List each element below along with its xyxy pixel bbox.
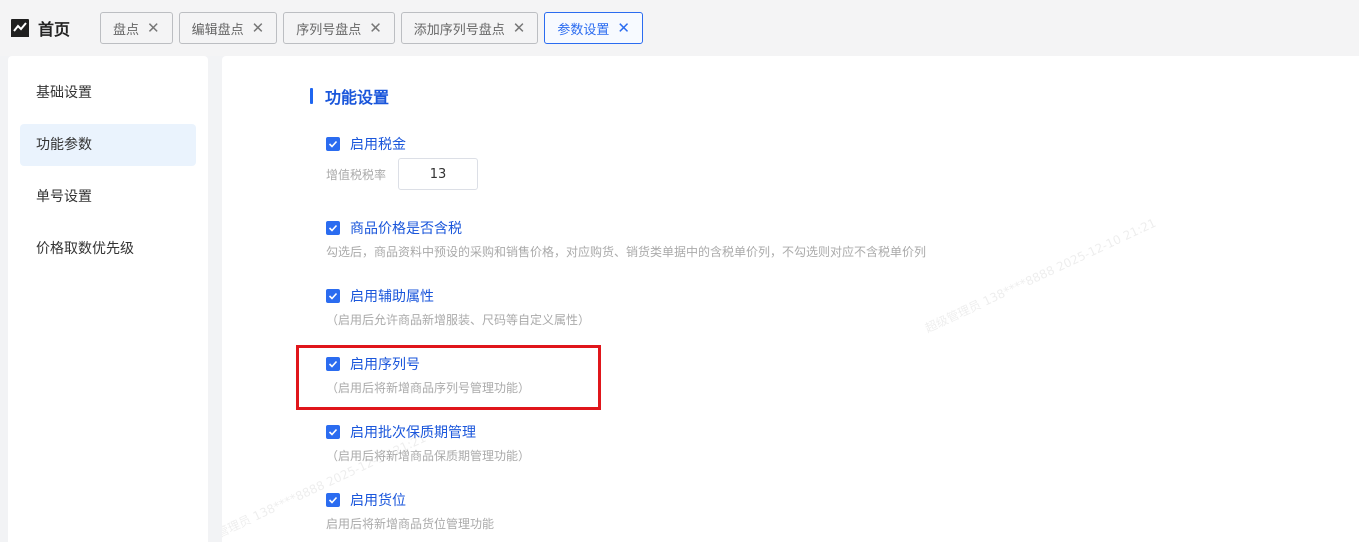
batch-shelf-life-checkbox[interactable] [326,425,340,439]
tab-strip: 盘点 ✕ 编辑盘点 ✕ 序列号盘点 ✕ 添加序列号盘点 ✕ 参数设置 ✕ [100,12,643,44]
check-icon [328,428,338,436]
close-icon[interactable]: ✕ [147,20,160,36]
option-description: 启用后将新增商品货位管理功能 [326,517,495,531]
close-icon[interactable]: ✕ [369,20,382,36]
price-includes-tax-checkbox[interactable] [326,221,340,235]
close-icon[interactable]: ✕ [252,20,265,36]
check-icon [328,496,338,504]
option-batch-shelf-life: 启用批次保质期管理 （启用后将新增商品保质期管理功能） [326,422,530,464]
option-description: （启用后将新增商品序列号管理功能） [326,381,531,395]
tab-label: 参数设置 [557,22,610,38]
aux-attributes-checkbox[interactable] [326,289,340,303]
option-label: 启用辅助属性 [350,289,434,305]
tab-label: 添加序列号盘点 [413,22,505,38]
sidebar-item-price-priority[interactable]: 价格取数优先级 [20,228,196,270]
option-description: 勾选后，商品资料中预设的采购和销售价格，对应购货、销货类单据中的含税单价列，不勾… [326,245,927,259]
check-icon [328,360,338,368]
option-label: 商品价格是否含税 [350,221,462,237]
tab-parameter-settings[interactable]: 参数设置 ✕ [544,12,643,44]
tab-serial-inventory[interactable]: 序列号盘点 ✕ [283,12,395,44]
tab-label: 序列号盘点 [296,22,362,38]
option-enable-tax: 启用税金 增值税税率 [326,134,479,190]
check-icon [328,224,338,232]
option-label: 启用批次保质期管理 [350,425,476,441]
serial-number-checkbox[interactable] [326,357,340,371]
check-icon [328,140,338,148]
option-storage-location: 启用货位 启用后将新增商品货位管理功能 [326,490,494,532]
tab-inventory[interactable]: 盘点 ✕ [100,12,173,44]
option-serial-number: 启用序列号 （启用后将新增商品序列号管理功能） [326,354,530,396]
watermark: 超级管理员 138****8888 2025-12-10 21:21 [922,215,1159,336]
sidebar-item-basic-settings[interactable]: 基础设置 [20,72,196,114]
title-accent-bar [310,88,313,104]
tab-edit-inventory[interactable]: 编辑盘点 ✕ [178,12,278,44]
section-title: 功能设置 [310,86,390,107]
vat-rate-label: 增值税税率 [326,167,387,182]
storage-location-checkbox[interactable] [326,493,340,507]
tab-label: 盘点 [113,22,140,38]
main-panel: 功能设置 启用税金 增值税税率 商品价格是否含税 勾选后，商品资料中预设的采购和… [222,56,1359,542]
settings-sidebar: 基础设置 功能参数 单号设置 价格取数优先级 [8,56,208,542]
tab-add-serial-inventory[interactable]: 添加序列号盘点 ✕ [400,12,539,44]
home-link[interactable]: 首页 [10,15,70,41]
sidebar-item-number-settings[interactable]: 单号设置 [20,176,196,218]
option-label: 启用序列号 [350,357,420,373]
option-price-includes-tax: 商品价格是否含税 勾选后，商品资料中预设的采购和销售价格，对应购货、销货类单据中… [326,218,926,260]
check-icon [328,292,338,300]
close-icon[interactable]: ✕ [617,20,630,36]
tab-label: 编辑盘点 [191,22,244,38]
trend-chart-icon [10,18,30,38]
vat-rate-input[interactable] [398,158,479,190]
option-description: （启用后允许商品新增服装、尺码等自定义属性） [326,313,591,327]
top-bar: 首页 盘点 ✕ 编辑盘点 ✕ 序列号盘点 ✕ 添加序列号盘点 ✕ 参数设置 ✕ [0,0,1359,56]
section-title-text: 功能设置 [325,88,390,107]
home-label: 首页 [38,20,71,39]
enable-tax-checkbox[interactable] [326,137,340,151]
option-label: 启用税金 [350,137,406,153]
close-icon[interactable]: ✕ [513,20,526,36]
option-description: （启用后将新增商品保质期管理功能） [326,449,531,463]
option-aux-attributes: 启用辅助属性 （启用后允许商品新增服装、尺码等自定义属性） [326,286,590,328]
sidebar-item-function-params[interactable]: 功能参数 [20,124,196,166]
option-label: 启用货位 [350,493,406,509]
